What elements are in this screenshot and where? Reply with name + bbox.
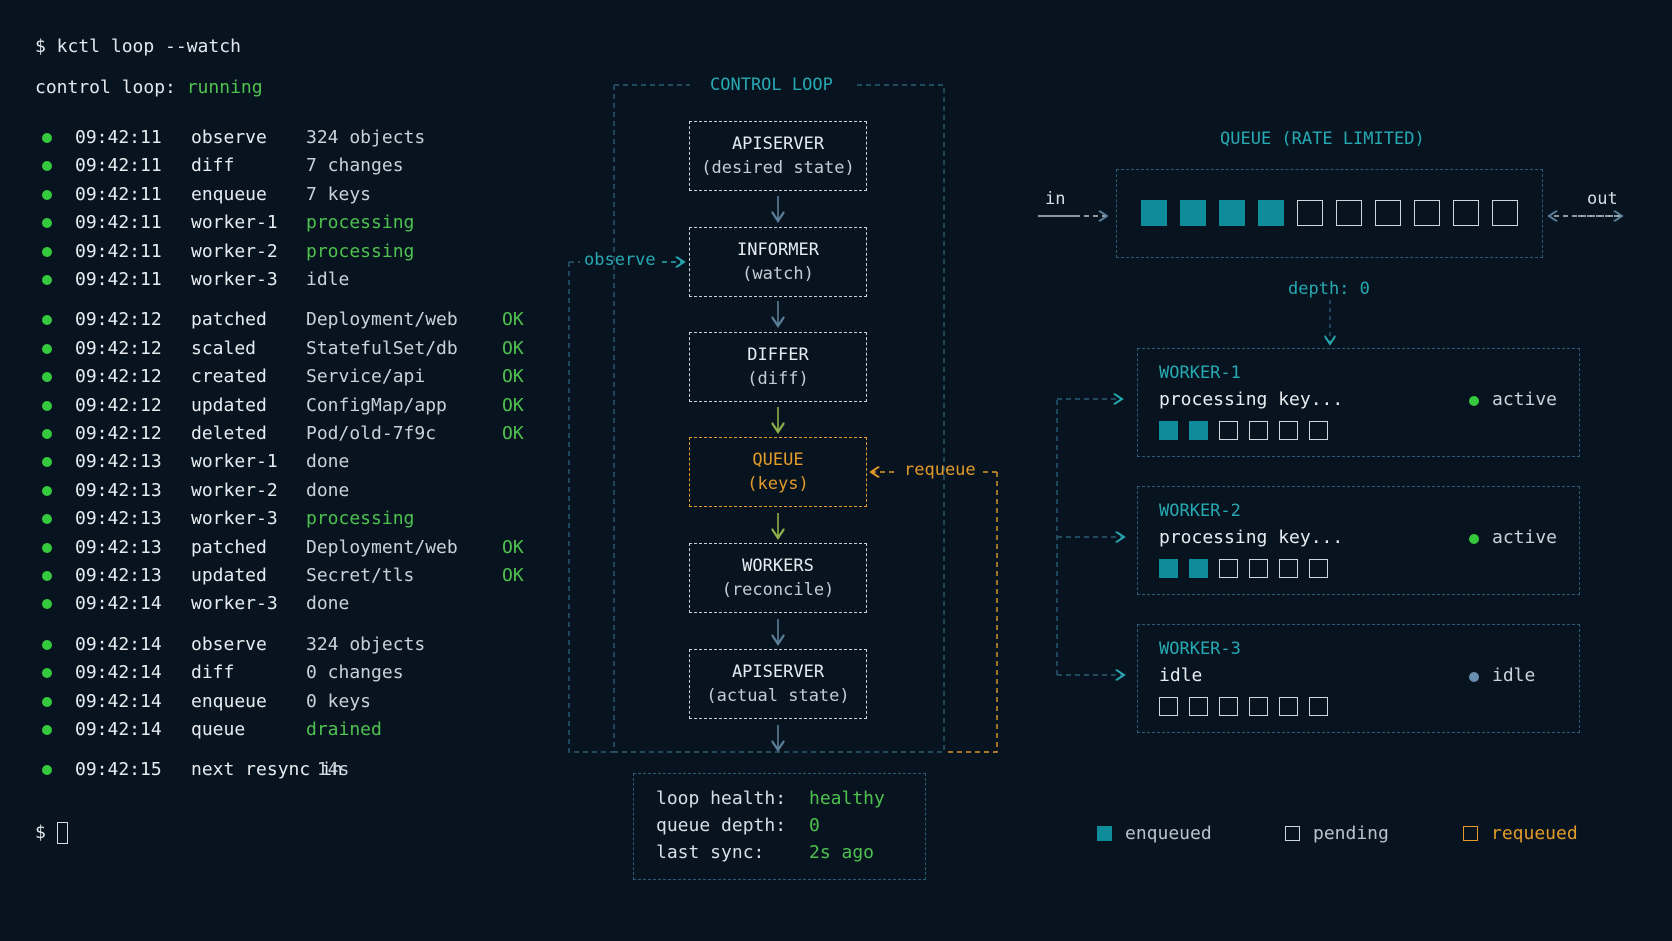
worker-name: WORKER-3 bbox=[1159, 639, 1241, 659]
observe-label: observe bbox=[584, 250, 656, 270]
queue-title: QUEUE (RATE LIMITED) bbox=[1220, 129, 1425, 149]
loop-health-row: loop health: healthy bbox=[656, 788, 885, 809]
last-sync-value: 2s ago bbox=[809, 842, 875, 863]
worker-card-1[interactable]: WORKER-1 processing key... active bbox=[1137, 348, 1580, 457]
health-panel: loop health: healthy queue depth: 0 last s… bbox=[633, 773, 926, 880]
node-queue[interactable]: QUEUE (keys) bbox=[689, 437, 867, 507]
node-subtitle: (keys) bbox=[747, 474, 809, 494]
pending-swatch bbox=[1285, 826, 1300, 841]
queue-depth-label: queue depth: bbox=[656, 815, 787, 836]
queue-slot-pending bbox=[1375, 200, 1401, 226]
worker-card-2[interactable]: WORKER-2 processing key... active bbox=[1137, 486, 1580, 595]
worker-slot-pending bbox=[1309, 421, 1328, 440]
worker-slot-pending bbox=[1309, 559, 1328, 578]
queue-slot-enqueued bbox=[1141, 200, 1167, 226]
queue-depth-row: queue depth: 0 bbox=[656, 815, 820, 836]
queue-slot-enqueued bbox=[1258, 200, 1284, 226]
queue-slot-pending bbox=[1492, 200, 1518, 226]
queue-slot-pending bbox=[1414, 200, 1440, 226]
node-apiserver-desired[interactable]: APISERVER (desired state) bbox=[689, 121, 867, 191]
node-title: APISERVER bbox=[731, 662, 825, 682]
requeue-label: requeue bbox=[904, 460, 976, 480]
loop-health-value: healthy bbox=[809, 788, 885, 809]
node-title: QUEUE bbox=[752, 450, 804, 470]
worker-status: idle bbox=[1492, 665, 1536, 686]
worker-slot-pending bbox=[1189, 697, 1208, 716]
enqueued-swatch bbox=[1097, 826, 1112, 841]
queue-depth-label: depth: 0 bbox=[1288, 279, 1370, 299]
status-dot bbox=[1469, 396, 1479, 406]
node-subtitle: (desired state) bbox=[701, 158, 855, 178]
worker-slot-enqueued bbox=[1189, 559, 1208, 578]
node-subtitle: (diff) bbox=[747, 369, 809, 389]
status-dot bbox=[1469, 534, 1479, 544]
worker-slot-pending bbox=[1159, 697, 1178, 716]
worker-name: WORKER-1 bbox=[1159, 363, 1241, 383]
legend-label: enqueued bbox=[1125, 823, 1212, 844]
legend-label: requeued bbox=[1491, 823, 1578, 844]
node-apiserver-actual[interactable]: APISERVER (actual state) bbox=[689, 649, 867, 719]
worker-task: processing key... bbox=[1159, 389, 1344, 410]
node-informer[interactable]: INFORMER (watch) bbox=[689, 227, 867, 297]
node-subtitle: (reconcile) bbox=[721, 580, 835, 600]
node-subtitle: (actual state) bbox=[706, 686, 850, 706]
legend-label: pending bbox=[1313, 823, 1389, 844]
last-sync-row: last sync: 2s ago bbox=[656, 842, 874, 863]
worker-slot-pending bbox=[1219, 559, 1238, 578]
queue-slot-pending bbox=[1336, 200, 1362, 226]
worker-status: active bbox=[1492, 389, 1558, 410]
queue-slot-enqueued bbox=[1219, 200, 1245, 226]
worker-status: active bbox=[1492, 527, 1558, 548]
worker-slot-pending bbox=[1309, 697, 1328, 716]
control-loop-title: CONTROL LOOP bbox=[700, 75, 843, 95]
loop-health-label: loop health: bbox=[656, 788, 787, 809]
worker-task: idle bbox=[1159, 665, 1203, 686]
node-differ[interactable]: DIFFER (diff) bbox=[689, 332, 867, 402]
node-subtitle: (watch) bbox=[742, 264, 814, 284]
worker-slot-enqueued bbox=[1159, 559, 1178, 578]
worker-slot-pending bbox=[1279, 421, 1298, 440]
node-workers[interactable]: WORKERS (reconcile) bbox=[689, 543, 867, 613]
worker-task: processing key... bbox=[1159, 527, 1344, 548]
status-dot bbox=[1469, 672, 1479, 682]
queue-out-label: out bbox=[1587, 189, 1618, 209]
worker-slot-pending bbox=[1279, 697, 1298, 716]
node-title: INFORMER bbox=[737, 240, 819, 260]
worker-slot-pending bbox=[1279, 559, 1298, 578]
queue-slot-enqueued bbox=[1180, 200, 1206, 226]
requeued-swatch bbox=[1463, 826, 1478, 841]
queue-slot-pending bbox=[1297, 200, 1323, 226]
queue-slot-pending bbox=[1453, 200, 1479, 226]
worker-slot-pending bbox=[1249, 421, 1268, 440]
worker-slot-pending bbox=[1219, 697, 1238, 716]
worker-slot-pending bbox=[1249, 697, 1268, 716]
node-title: DIFFER bbox=[747, 345, 809, 365]
queue-in-label: in bbox=[1045, 189, 1066, 209]
worker-name: WORKER-2 bbox=[1159, 501, 1241, 521]
worker-slot-pending bbox=[1249, 559, 1268, 578]
node-title: APISERVER bbox=[731, 134, 825, 154]
queue-depth-value: 0 bbox=[809, 815, 820, 836]
worker-slot-enqueued bbox=[1189, 421, 1208, 440]
queue-box bbox=[1116, 169, 1543, 258]
node-title: WORKERS bbox=[742, 556, 814, 576]
last-sync-label: last sync: bbox=[656, 842, 765, 863]
worker-slot-enqueued bbox=[1159, 421, 1178, 440]
worker-slot-pending bbox=[1219, 421, 1238, 440]
worker-card-3[interactable]: WORKER-3 idle idle bbox=[1137, 624, 1580, 733]
